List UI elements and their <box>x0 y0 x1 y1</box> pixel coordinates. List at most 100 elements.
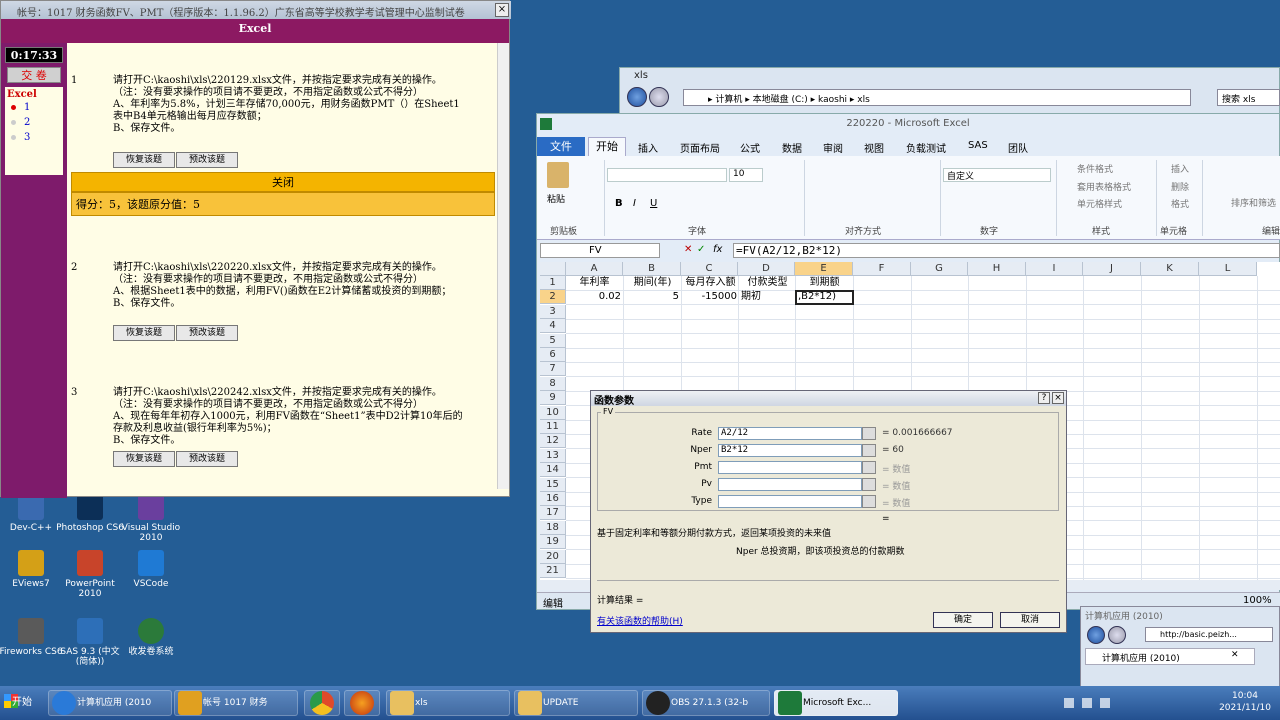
column-header-k[interactable]: K <box>1141 262 1199 276</box>
question-nav-item[interactable]: 2 <box>7 115 61 130</box>
column-header-c[interactable]: C <box>681 262 738 276</box>
cell-d2[interactable]: 期初 <box>741 290 796 304</box>
cell-d1[interactable]: 付款类型 <box>739 276 796 290</box>
question-nav-item[interactable]: 1 <box>7 100 61 115</box>
column-header-e[interactable]: E <box>795 262 853 276</box>
tab-insert[interactable]: 插入 <box>638 140 658 155</box>
function-help-link[interactable]: 有关该函数的帮助(H) <box>597 614 683 627</box>
number-format-dropdown[interactable]: 自定义 <box>943 168 1051 182</box>
browser-forward-icon[interactable] <box>1108 626 1126 644</box>
column-header-h[interactable]: H <box>968 262 1026 276</box>
exam-close-button[interactable]: × <box>495 3 509 17</box>
paste-icon[interactable] <box>547 162 569 188</box>
column-header-j[interactable]: J <box>1083 262 1141 276</box>
tray-network-icon[interactable] <box>1064 698 1074 708</box>
browser-url-bar[interactable]: http://basic.peizh... <box>1145 627 1273 642</box>
desktop-icon-visual-studio[interactable]: Visual Studio 2010 <box>116 494 186 543</box>
cell-e2[interactable]: ,B2*12) <box>798 290 853 304</box>
start-button[interactable]: 开始 <box>2 690 42 716</box>
cell-styles-button[interactable]: 单元格样式 <box>1077 197 1122 210</box>
tab-page-layout[interactable]: 页面布局 <box>680 140 720 155</box>
row-header-6[interactable]: 6 <box>540 348 566 362</box>
italic-icon[interactable]: I <box>633 198 636 209</box>
collapse-dialog-icon[interactable] <box>862 427 876 440</box>
exam-scrollbar[interactable] <box>497 43 509 489</box>
arg-rate-input[interactable]: A2/12 <box>718 427 862 440</box>
format-cells-button[interactable]: 格式 <box>1171 197 1189 210</box>
tab-team[interactable]: 团队 <box>1008 140 1028 155</box>
close-result-button[interactable]: 关闭 <box>71 172 495 192</box>
sort-filter-button[interactable]: 排序和筛选 <box>1231 196 1276 209</box>
dialog-close-button[interactable]: × <box>1052 392 1064 404</box>
cell-a2[interactable]: 0.02 <box>566 290 621 304</box>
cell-b2[interactable]: 5 <box>624 290 679 304</box>
row-header-2[interactable]: 2 <box>540 290 566 305</box>
back-icon[interactable] <box>627 87 647 107</box>
taskbar-clock[interactable]: 10:04 2021/11/10 <box>1212 690 1278 716</box>
close-tab-icon[interactable]: ✕ <box>1231 650 1239 660</box>
forward-icon[interactable] <box>649 87 669 107</box>
select-all-corner[interactable] <box>540 262 566 276</box>
table-format-button[interactable]: 套用表格格式 <box>1077 180 1131 193</box>
row-header-4[interactable]: 4 <box>540 319 566 334</box>
tab-formulas[interactable]: 公式 <box>740 140 760 155</box>
arg-pv-input[interactable] <box>718 478 862 491</box>
desktop-icon-vscode[interactable]: VSCode <box>116 550 186 589</box>
row-header-17[interactable]: 17 <box>540 506 566 521</box>
preview-question-button[interactable]: 预改该题 <box>176 325 238 341</box>
submit-button[interactable]: 交 卷 <box>7 67 61 83</box>
row-header-3[interactable]: 3 <box>540 304 566 319</box>
column-header-a[interactable]: A <box>566 262 623 276</box>
row-header-18[interactable]: 18 <box>540 520 566 535</box>
tray-volume-icon[interactable] <box>1082 698 1092 708</box>
tab-load-test[interactable]: 负载测试 <box>906 140 946 155</box>
row-header-5[interactable]: 5 <box>540 333 566 348</box>
tab-view[interactable]: 视图 <box>864 140 884 155</box>
tab-data[interactable]: 数据 <box>782 140 802 155</box>
dialog-help-button[interactable]: ? <box>1038 392 1050 404</box>
row-header-11[interactable]: 11 <box>540 420 566 434</box>
row-header-15[interactable]: 15 <box>540 477 566 492</box>
formula-bar[interactable]: =FV(A2/12,B2*12) <box>733 243 1280 258</box>
tab-sas[interactable]: SAS <box>968 140 988 151</box>
row-header-20[interactable]: 20 <box>540 549 566 564</box>
collapse-dialog-icon[interactable] <box>862 461 876 474</box>
restore-question-button[interactable]: 恢复该题 <box>113 152 175 168</box>
insert-cells-button[interactable]: 插入 <box>1171 162 1189 175</box>
row-header-13[interactable]: 13 <box>540 448 566 463</box>
collapse-dialog-icon[interactable] <box>862 495 876 508</box>
row-header-8[interactable]: 8 <box>540 376 566 391</box>
confirm-formula-icon[interactable]: ✓ <box>697 244 705 255</box>
row-header-10[interactable]: 10 <box>540 405 566 420</box>
collapse-dialog-icon[interactable] <box>862 478 876 491</box>
cell-a1[interactable]: 年利率 <box>566 276 623 290</box>
desktop-icon-exam-system[interactable]: 收发卷系统 <box>116 618 186 657</box>
tab-home[interactable]: 开始 <box>588 137 626 156</box>
arg-pmt-input[interactable] <box>718 461 862 474</box>
name-box[interactable]: FV <box>540 243 660 258</box>
explorer-address-bar[interactable]: ▸ 计算机 ▸ 本地磁盘 (C:) ▸ kaoshi ▸ xls <box>683 89 1191 106</box>
delete-cells-button[interactable]: 删除 <box>1171 180 1189 193</box>
tab-review[interactable]: 审阅 <box>823 140 843 155</box>
browser-tab[interactable]: 计算机应用 (2010) <box>1085 648 1255 665</box>
column-header-f[interactable]: F <box>853 262 911 276</box>
desktop-icon-sas[interactable]: SAS 9.3 (中文(简体)) <box>55 618 125 667</box>
ok-button[interactable]: 确定 <box>933 612 993 628</box>
restore-question-button[interactable]: 恢复该题 <box>113 451 175 467</box>
row-header-9[interactable]: 9 <box>540 391 566 406</box>
arg-nper-input[interactable]: B2*12 <box>718 444 862 457</box>
cell-b1[interactable]: 期间(年) <box>624 276 681 290</box>
font-name-dropdown[interactable] <box>607 168 727 182</box>
column-header-d[interactable]: D <box>738 262 795 276</box>
collapse-dialog-icon[interactable] <box>862 444 876 457</box>
arg-type-input[interactable] <box>718 495 862 508</box>
row-header-12[interactable]: 12 <box>540 434 566 449</box>
cell-c1[interactable]: 每月存入额 <box>682 276 739 290</box>
restore-question-button[interactable]: 恢复该题 <box>113 325 175 341</box>
conditional-format-button[interactable]: 条件格式 <box>1077 162 1113 175</box>
row-header-19[interactable]: 19 <box>540 535 566 550</box>
explorer-search-input[interactable]: 搜索 xls <box>1217 89 1280 106</box>
row-header-1[interactable]: 1 <box>540 276 566 290</box>
column-header-i[interactable]: I <box>1026 262 1083 276</box>
cancel-formula-icon[interactable]: ✕ <box>684 244 692 255</box>
